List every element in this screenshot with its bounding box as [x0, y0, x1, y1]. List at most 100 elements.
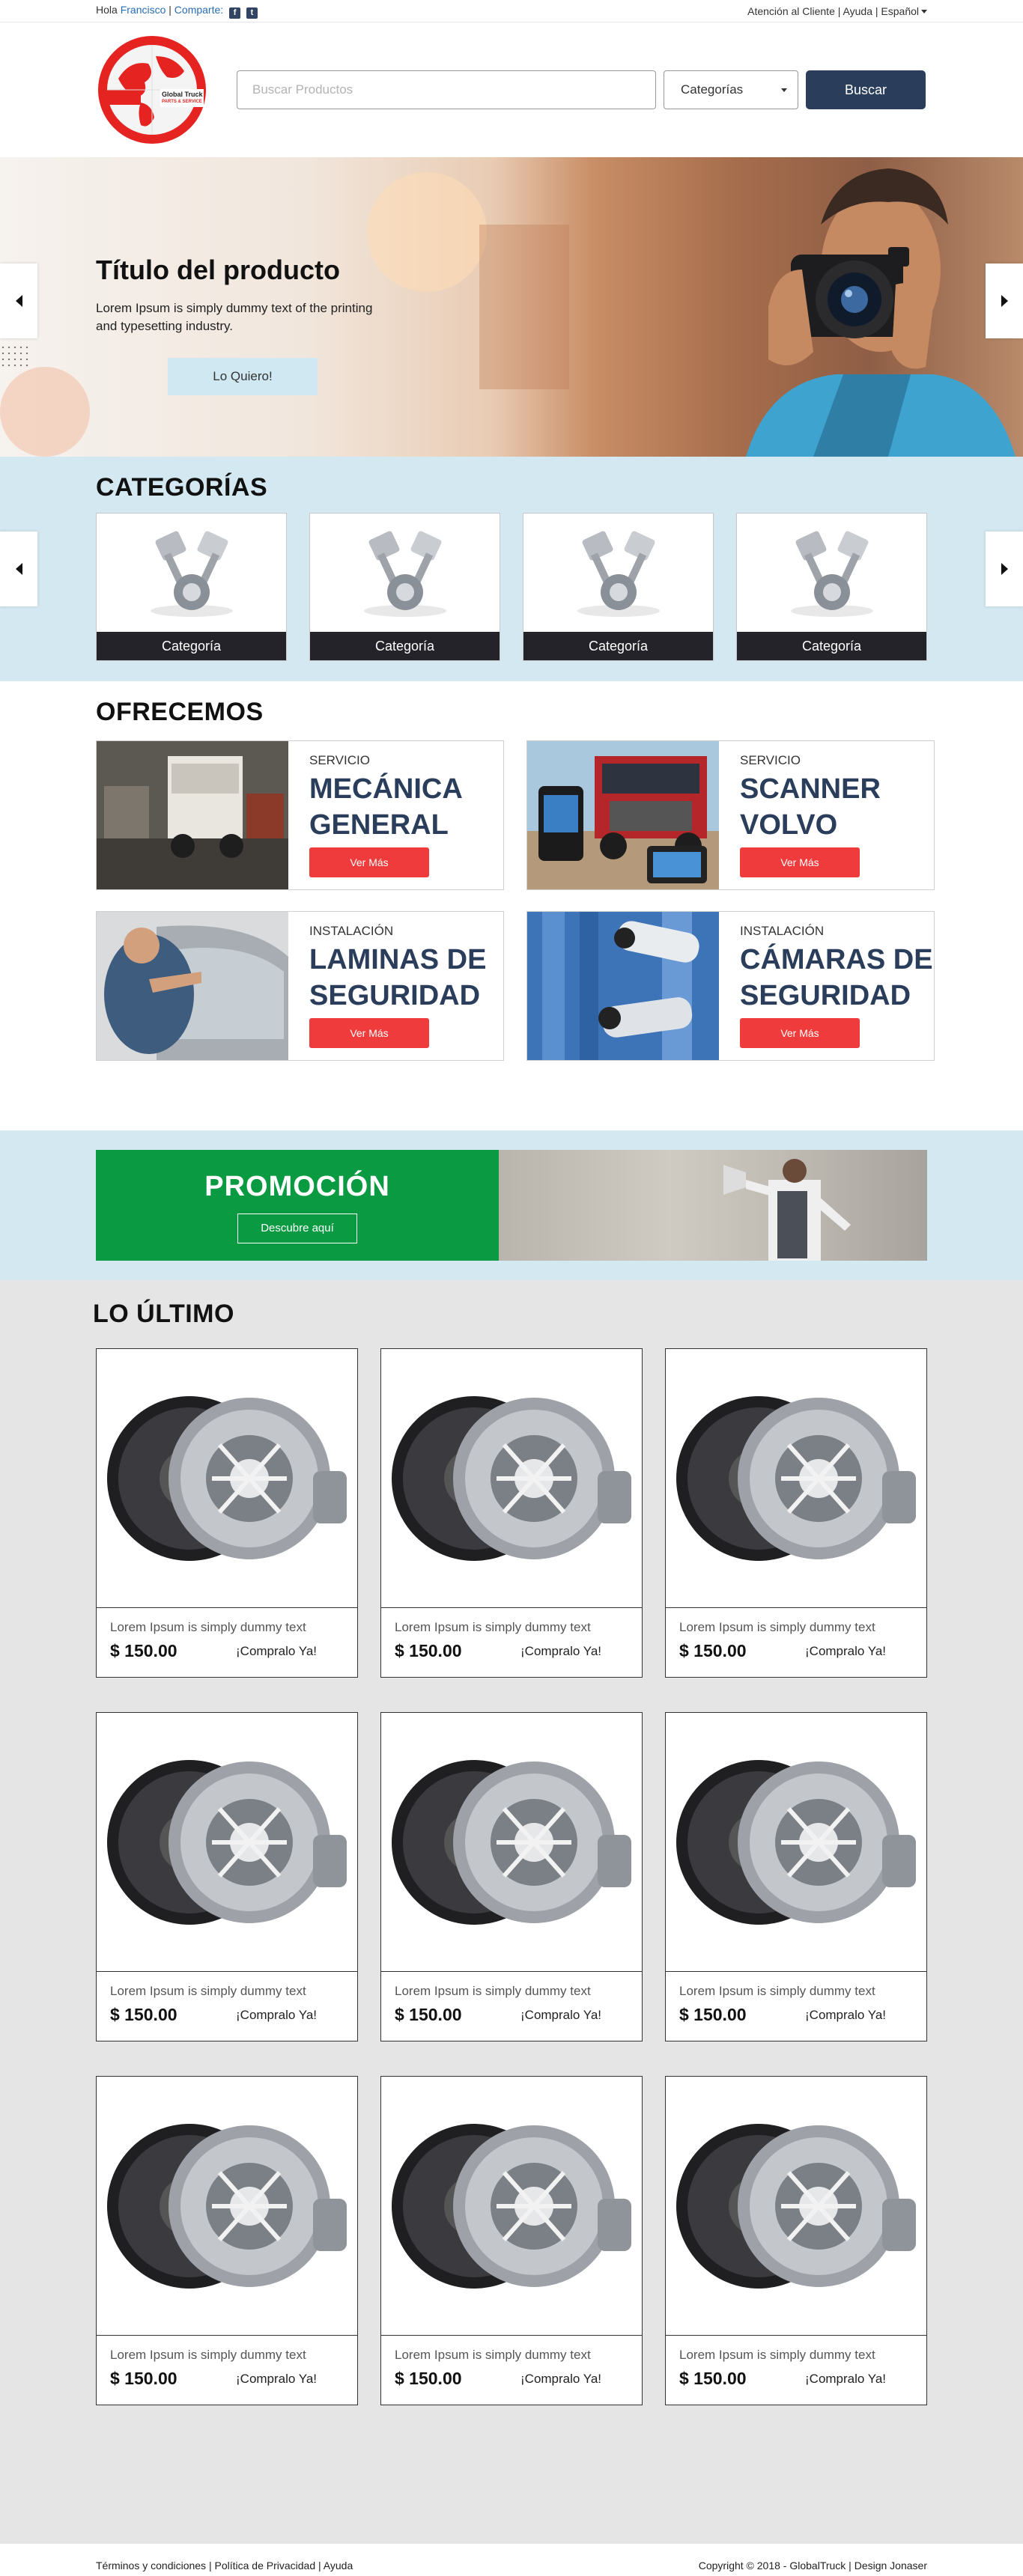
categories-title: CATEGORÍAS	[96, 473, 268, 502]
service-kind: INSTALACIÓN	[309, 924, 394, 938]
search-button[interactable]: Buscar	[806, 70, 926, 109]
product-card[interactable]: Lorem Ipsum is simply dummy text $ 150.00…	[380, 1348, 643, 1678]
language-selector[interactable]: Español	[881, 5, 927, 17]
category-card[interactable]: Categoría	[523, 513, 714, 661]
service-kind: SERVICIO	[740, 753, 801, 767]
product-description: Lorem Ipsum is simply dummy text	[679, 1620, 875, 1634]
product-card[interactable]: Lorem Ipsum is simply dummy text $ 150.00…	[96, 1712, 358, 2041]
service-card: SERVICIO MECÁNICA GENERAL Ver Más	[96, 740, 504, 890]
service-card: INSTALACIÓN CÁMARAS DE SEGURIDAD Ver Más	[526, 911, 935, 1061]
user-name-link[interactable]: Francisco	[121, 4, 166, 16]
greeting-text: Hola	[96, 4, 118, 16]
product-card[interactable]: Lorem Ipsum is simply dummy text $ 150.00…	[665, 1712, 927, 2041]
clutch-kit-image	[381, 1713, 642, 1972]
product-price: $ 150.00	[679, 1641, 747, 1660]
hero-bokeh-decoration	[0, 367, 90, 457]
product-description: Lorem Ipsum is simply dummy text	[110, 1620, 306, 1634]
category-label: Categoría	[523, 632, 713, 660]
promotion-title: PROMOCIÓN	[204, 1171, 390, 1202]
clutch-kit-image	[97, 2077, 357, 2336]
clutch-kit-image	[97, 1349, 357, 1608]
window-film-image	[97, 912, 288, 1060]
hero-next-button[interactable]	[986, 264, 1023, 338]
utility-links: Atención al Cliente | Ayuda | Español	[747, 5, 927, 17]
product-info: Lorem Ipsum is simply dummy text $ 150.00…	[97, 1608, 357, 1661]
product-card[interactable]: Lorem Ipsum is simply dummy text $ 150.00…	[380, 1712, 643, 2041]
product-info: Lorem Ipsum is simply dummy text $ 150.00…	[666, 2336, 926, 2389]
truck-scanner-image	[527, 741, 719, 889]
buy-now-link[interactable]: ¡Compralo Ya!	[236, 1644, 317, 1659]
service-name-line: GENERAL	[309, 809, 449, 841]
product-card[interactable]: Lorem Ipsum is simply dummy text $ 150.00…	[96, 2076, 358, 2405]
separator: |	[837, 5, 841, 17]
category-card[interactable]: Categoría	[736, 513, 927, 661]
buy-now-link[interactable]: ¡Compralo Ya!	[520, 1644, 601, 1659]
logo-text: Global Truck PARTS & SERVICE	[162, 91, 203, 106]
search-input[interactable]	[237, 70, 656, 109]
product-description: Lorem Ipsum is simply dummy text	[679, 1984, 875, 1998]
header: Global Truck PARTS & SERVICE Categorías …	[0, 22, 1023, 157]
footer-links: Términos y condiciones | Política de Pri…	[96, 2560, 353, 2572]
category-card[interactable]: Categoría	[96, 513, 287, 661]
clutch-kit-image	[381, 2077, 642, 2336]
categories-carousel: Categoría Categoría Categoría Categoría	[96, 513, 927, 661]
logo-globe-icon	[98, 36, 206, 144]
product-card[interactable]: Lorem Ipsum is simply dummy text $ 150.00…	[96, 1348, 358, 1678]
search-bar: Categorías Buscar	[237, 70, 926, 109]
service-name: LAMINAS DE SEGURIDAD	[309, 942, 486, 1014]
see-more-button[interactable]: Ver Más	[740, 847, 860, 877]
product-info: Lorem Ipsum is simply dummy text $ 150.00…	[97, 1972, 357, 2025]
categories-prev-button[interactable]	[0, 532, 37, 606]
promotion-banner: PROMOCIÓN Descubre aquí	[96, 1150, 927, 1261]
facebook-icon[interactable]: f	[229, 7, 241, 19]
service-body: INSTALACIÓN CÁMARAS DE SEGURIDAD Ver Más	[719, 912, 933, 1060]
service-kind: SERVICIO	[309, 753, 370, 767]
product-price: $ 150.00	[110, 2005, 177, 2024]
buy-now-link[interactable]: ¡Compralo Ya!	[520, 2008, 601, 2023]
product-bottom-row: $ 150.00 ¡Compralo Ya!	[395, 2369, 642, 2389]
buy-now-link[interactable]: ¡Compralo Ya!	[236, 2008, 317, 2023]
globaltruck-logo[interactable]: Global Truck PARTS & SERVICE	[96, 34, 208, 146]
chevron-down-icon	[921, 10, 927, 13]
product-bottom-row: $ 150.00 ¡Compralo Ya!	[110, 2369, 357, 2389]
product-card[interactable]: Lorem Ipsum is simply dummy text $ 150.00…	[665, 2076, 927, 2405]
categories-dropdown[interactable]: Categorías	[664, 70, 798, 109]
hero-slider: Título del producto Lorem Ipsum is simpl…	[0, 157, 1023, 457]
service-name-line: VOLVO	[740, 809, 838, 841]
twitter-icon[interactable]: t	[246, 7, 258, 19]
separator: |	[875, 5, 878, 17]
product-description: Lorem Ipsum is simply dummy text	[679, 2348, 875, 2362]
product-price: $ 150.00	[110, 2369, 177, 2388]
buy-now-link[interactable]: ¡Compralo Ya!	[805, 2008, 886, 2023]
product-description: Lorem Ipsum is simply dummy text	[395, 2348, 591, 2362]
see-more-button[interactable]: Ver Más	[309, 847, 429, 877]
hero-cta-button[interactable]: Lo Quiero!	[168, 358, 318, 395]
footer-help-link[interactable]: Ayuda	[324, 2560, 353, 2572]
see-more-button[interactable]: Ver Más	[740, 1018, 860, 1048]
buy-now-link[interactable]: ¡Compralo Ya!	[805, 2372, 886, 2387]
service-name-line: SCANNER	[740, 773, 881, 805]
buy-now-link[interactable]: ¡Compralo Ya!	[520, 2372, 601, 2387]
categories-next-button[interactable]	[986, 532, 1023, 606]
service-name-line: MECÁNICA	[309, 773, 463, 805]
buy-now-link[interactable]: ¡Compralo Ya!	[805, 1644, 886, 1659]
product-card[interactable]: Lorem Ipsum is simply dummy text $ 150.00…	[665, 1348, 927, 1678]
category-card[interactable]: Categoría	[309, 513, 500, 661]
service-body: SERVICIO SCANNER VOLVO Ver Más	[719, 741, 881, 889]
share-label: Comparte:	[174, 4, 224, 16]
latest-products-section: LO ÚLTIMO Lorem Ipsum is simply dummy te…	[0, 1280, 1023, 2544]
hero-prev-button[interactable]	[0, 264, 37, 338]
product-bottom-row: $ 150.00 ¡Compralo Ya!	[395, 1641, 642, 1661]
product-bottom-row: $ 150.00 ¡Compralo Ya!	[110, 1641, 357, 1661]
help-link[interactable]: Ayuda	[843, 5, 872, 17]
product-bottom-row: $ 150.00 ¡Compralo Ya!	[679, 1641, 926, 1661]
product-card[interactable]: Lorem Ipsum is simply dummy text $ 150.00…	[380, 2076, 643, 2405]
customer-service-link[interactable]: Atención al Cliente	[747, 5, 835, 17]
terms-link[interactable]: Términos y condiciones	[96, 2560, 206, 2572]
see-more-button[interactable]: Ver Más	[309, 1018, 429, 1048]
promotion-section: PROMOCIÓN Descubre aquí	[0, 1130, 1023, 1280]
product-description: Lorem Ipsum is simply dummy text	[110, 2348, 306, 2362]
privacy-link[interactable]: Política de Privacidad	[214, 2560, 315, 2572]
discover-button[interactable]: Descubre aquí	[237, 1214, 357, 1243]
buy-now-link[interactable]: ¡Compralo Ya!	[236, 2372, 317, 2387]
